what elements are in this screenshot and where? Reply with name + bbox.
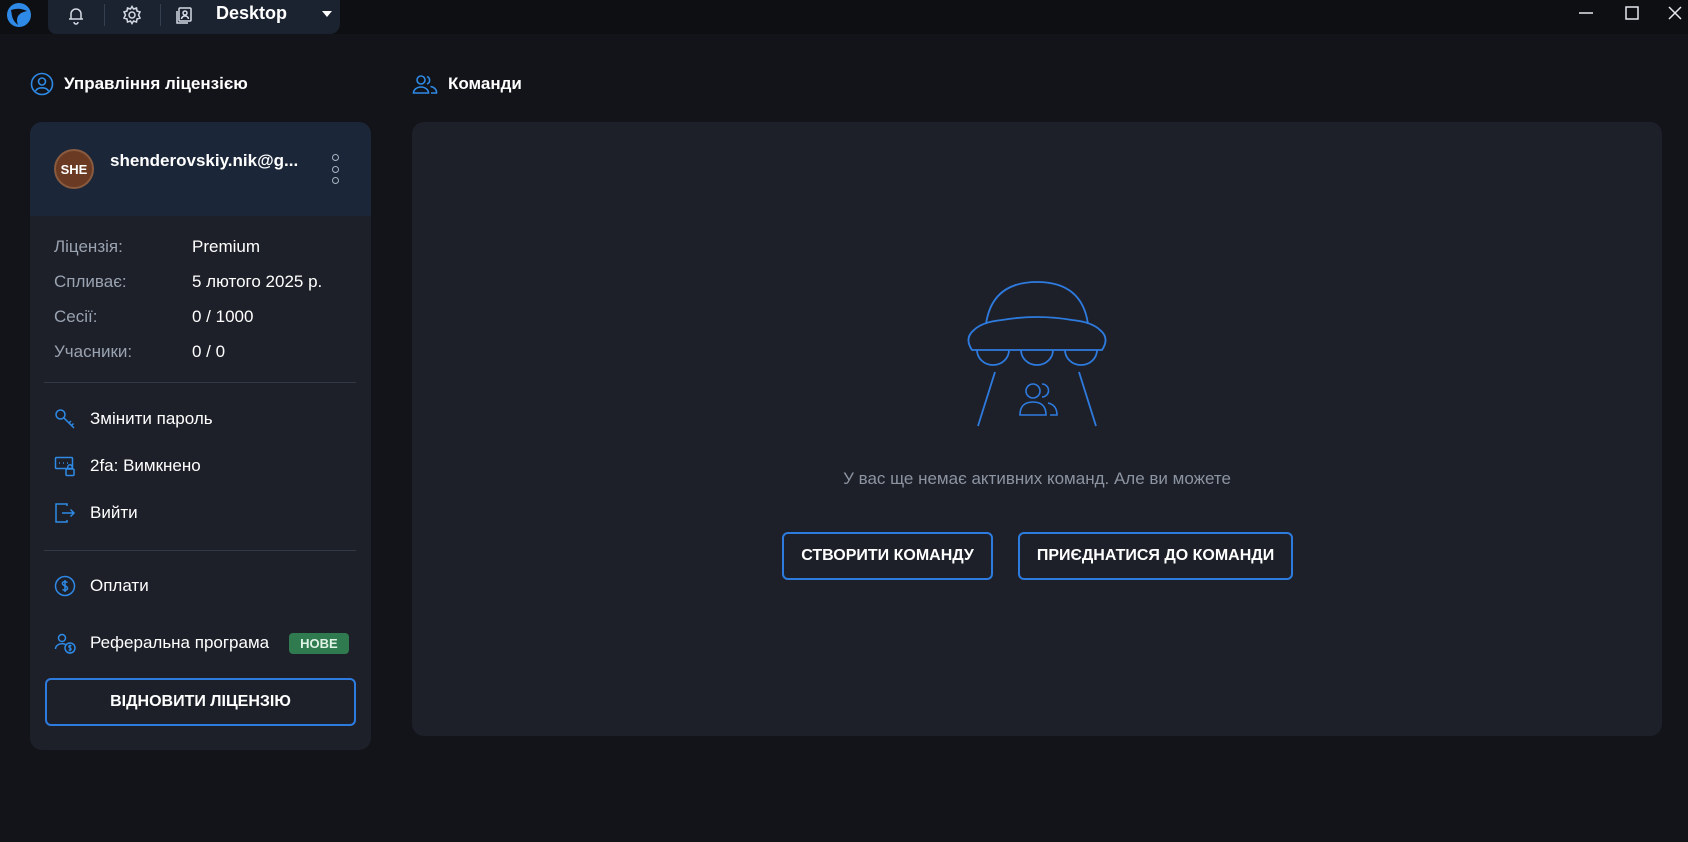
license-header-title: Управління ліцензією [64,74,248,93]
notifications-button[interactable] [48,0,104,30]
expires-value: 5 лютого 2025 р. [192,272,323,291]
license-section-header: Управління ліцензією [30,72,248,96]
user-row: SHE shenderovskiy.nik@g... [30,122,371,216]
teams-panel: У вас ще немає активних команд. Але ви м… [412,122,1662,736]
logout-item[interactable]: Вийти [54,498,138,528]
license-type-value: Premium [192,237,261,256]
settings-button[interactable] [104,0,160,30]
password-lock-icon [54,456,75,477]
sessions-label: Сесії: [54,307,98,326]
profile-button[interactable] [156,0,212,30]
users-icon [412,75,438,94]
maximize-button[interactable] [1612,0,1652,26]
title-bar: Desktop [0,0,1688,34]
user-card-icon [176,7,192,24]
expires-label: Спливає: [54,272,127,291]
teams-section-header: Команди [412,72,522,96]
logout-icon [55,503,76,523]
divider [44,382,356,383]
renew-license-button[interactable]: ВІДНОВИТИ ЛІЦЕНЗІЮ [45,678,356,726]
members-label: Учасники: [54,342,133,361]
new-badge: НОВЕ [289,632,349,654]
license-card: SHE shenderovskiy.nik@g... Ліцензія: Pre… [30,122,371,750]
key-icon [55,409,75,429]
sessions-value: 0 / 1000 [192,307,254,326]
create-team-button[interactable]: СТВОРИТИ КОМАНДУ [782,532,993,580]
two-fa-label: 2fa: Вимкнено [90,456,201,475]
user-circle-icon [30,72,54,96]
desktop-dropdown-button[interactable] [316,4,338,24]
minimize-icon [1579,12,1593,14]
join-team-button[interactable]: ПРИЄДНАТИСЯ ДО КОМАНДИ [1018,532,1293,580]
avatar: SHE [54,149,94,189]
empty-state-text: У вас ще немає активних команд. Але ви м… [843,469,1231,488]
user-dollar-icon [54,633,76,654]
close-button[interactable] [1655,0,1688,26]
close-icon [1668,6,1682,20]
payments-label: Оплати [90,576,149,595]
logout-label: Вийти [90,503,138,522]
dollar-circle-icon [54,575,76,597]
more-options-icon[interactable] [328,154,342,184]
referral-label: Реферальна програма [90,633,270,652]
gear-icon [122,5,142,25]
change-password-label: Змінити пароль [90,409,213,428]
toolbar-tabs: Desktop [48,0,340,34]
members-value: 0 / 0 [192,342,226,361]
maximize-icon [1625,6,1639,20]
ufo-illustration-icon [967,281,1107,427]
user-email: shenderovskiy.nik@g... [110,151,299,170]
caret-down-icon [322,11,332,17]
desktop-label[interactable]: Desktop [216,3,287,24]
minimize-button[interactable] [1566,0,1606,26]
app-logo-icon[interactable] [6,2,32,28]
two-fa-item[interactable]: 2fa: Вимкнено [54,451,201,481]
bell-icon [69,8,83,25]
teams-header-title: Команди [448,74,522,93]
license-type-label: Ліцензія: [54,237,123,256]
divider [44,550,356,551]
referral-item[interactable]: Реферальна програма НОВЕ [54,628,349,658]
payments-item[interactable]: Оплати [54,571,149,601]
change-password-item[interactable]: Змінити пароль [54,404,213,434]
